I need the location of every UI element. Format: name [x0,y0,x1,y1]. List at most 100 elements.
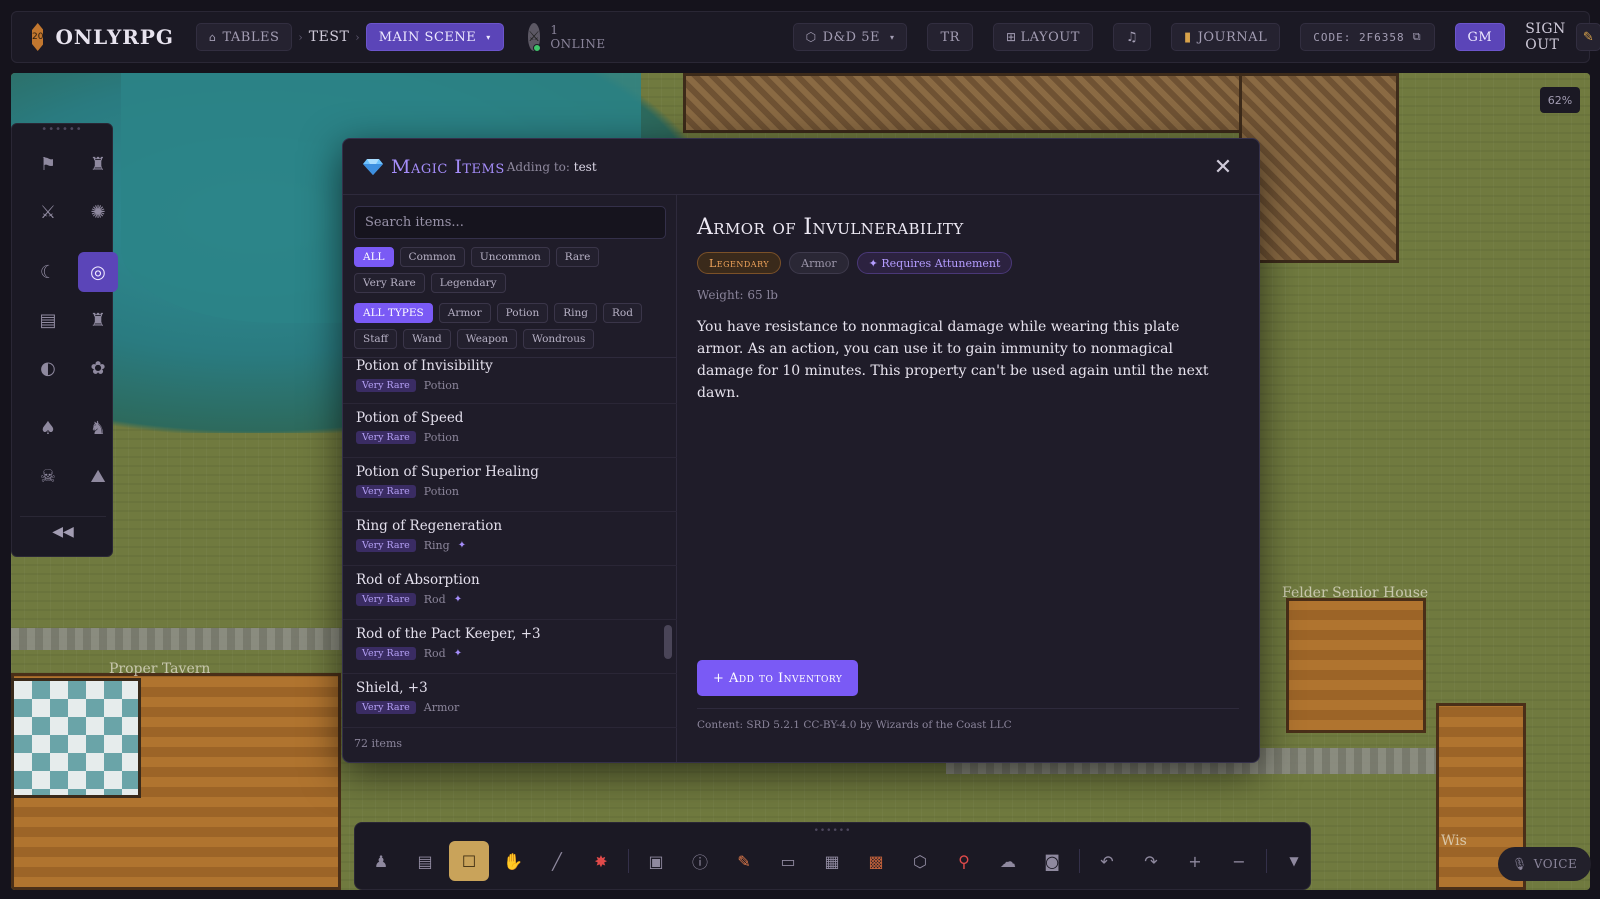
detail-title: Armor of Invulnerability [697,215,964,240]
item-type: Potion [423,431,459,444]
palette-map-icon[interactable]: ⚑ [28,144,68,184]
dialog-title: Magic Items [391,155,505,178]
room-code-button[interactable]: CODE: 2F6358 ⧉ [1300,23,1435,51]
collapse-palette-button[interactable]: ◀◀ [20,516,106,546]
notes-icon[interactable]: ▤ [405,841,445,881]
polygon-icon[interactable]: ⬡ [900,841,940,881]
undo-icon[interactable]: ↶ [1087,841,1127,881]
journal-button[interactable]: ▮ JOURNAL [1171,23,1281,51]
filter-rarity-common[interactable]: Common [399,247,465,267]
game-system-dropdown[interactable]: ⬡ D&D 5E ▾ [792,23,908,51]
palette-wizard-hat-icon[interactable]: ⛰ [78,456,118,496]
list-item[interactable]: Shield, +3 Very Rare Armor [343,674,677,728]
tables-label: TABLES [222,29,280,45]
palette-swirl-icon[interactable]: ◐ [28,348,68,388]
pan-hand-icon[interactable]: ✋ [493,841,533,881]
chevron-down-icon[interactable]: ▼ [1274,841,1314,881]
wall-icon[interactable]: ▩ [856,841,896,881]
filter-rarity-all[interactable]: ALL [354,247,394,267]
redo-icon[interactable]: ↷ [1131,841,1171,881]
palette-beast-icon[interactable]: ♞ [78,408,118,448]
sign-out-link[interactable]: SIGN OUT [1525,21,1566,53]
filter-type-armor[interactable]: Armor [438,303,491,323]
add-to-inventory-button[interactable]: + Add to Inventory [697,660,859,696]
zoom-in-icon[interactable]: + [1175,841,1215,881]
item-name: Shield, +3 [356,680,428,696]
book-icon: ▮ [1184,29,1192,45]
grid-icon[interactable]: ▦ [812,841,852,881]
filter-type-rod[interactable]: Rod [603,303,642,323]
info-icon[interactable]: ⓘ [680,841,720,881]
list-item[interactable]: Rod of Absorption Very Rare Rod ✦ [343,566,677,620]
drag-handle-icon[interactable]: •••••• [12,124,112,136]
ruler-icon[interactable]: ╱ [537,841,577,881]
palette-scroll-icon[interactable]: ♜ [78,144,118,184]
tr-button[interactable]: TR [927,23,973,51]
gm-badge[interactable]: GM [1454,23,1506,51]
item-meta: Very Rare Potion [356,379,664,392]
eraser-icon[interactable]: ▭ [768,841,808,881]
chevron-down-icon: ▾ [889,32,895,42]
filter-rarity-legendary[interactable]: Legendary [430,273,506,293]
drag-handle-icon[interactable]: •••••• [355,826,1310,836]
filter-type-wand[interactable]: Wand [403,329,451,349]
filter-rarity-uncommon[interactable]: Uncommon [470,247,550,267]
table-name[interactable]: TEST [309,29,350,45]
music-note-icon: ♫ [1125,29,1139,45]
filter-type-wondrous[interactable]: Wondrous [522,329,595,349]
map-building [683,73,1243,133]
avatar[interactable]: ⚔ [527,23,542,52]
ping-icon[interactable]: ✸ [581,841,621,881]
close-icon[interactable]: ✕ [1209,153,1237,181]
crossed-swords-icon: ⚔ [527,29,541,45]
layout-button[interactable]: ⊞ LAYOUT [992,23,1093,51]
palette-tower-icon[interactable]: ♜ [78,300,118,340]
map-label-house: Felder Senior House [1282,585,1429,601]
scene-dropdown[interactable]: MAIN SCENE ▾ [365,23,504,51]
item-type: Rod [423,593,446,606]
fog-icon[interactable]: ☁ [988,841,1028,881]
filter-type-weapon[interactable]: Weapon [456,329,517,349]
pin-icon[interactable]: ⚲ [944,841,984,881]
room-code: CODE: 2F6358 [1313,30,1405,44]
select-tool-icon[interactable]: ☐ [449,841,489,881]
list-item[interactable]: Potion of Superior Healing Very Rare Pot… [343,458,677,512]
filter-type-ring[interactable]: Ring [554,303,598,323]
search-input[interactable] [354,206,666,239]
camera-icon[interactable]: ◙ [1032,841,1072,881]
voice-button[interactable]: 🎙 VOICE [1498,847,1592,881]
filter-rarity-very-rare[interactable]: Very Rare [354,273,425,293]
palette-brain-icon[interactable]: ✿ [78,348,118,388]
item-name: Rod of Absorption [356,572,480,588]
item-name: Potion of Superior Healing [356,464,539,480]
list-item[interactable]: Potion of Invisibility Very Rare Potion [343,358,677,404]
filter-rarity-rare[interactable]: Rare [555,247,600,267]
music-button[interactable]: ♫ [1112,23,1152,51]
palette-cog-icon[interactable]: ✺ [78,192,118,232]
palette-portal-icon[interactable]: ◎ [78,252,118,292]
image-icon[interactable]: ▣ [636,841,676,881]
palette-book-icon[interactable]: ▤ [28,300,68,340]
palette-hood-icon[interactable]: ♠ [28,408,68,448]
list-scrollbar[interactable] [664,625,672,659]
attunement-icon: ✦ [453,594,463,605]
filter-type-potion[interactable]: Potion [496,303,549,323]
rarity-badge: Very Rare [356,431,416,444]
zoom-out-icon[interactable]: − [1219,841,1259,881]
pencil-icon[interactable]: ✎ [724,841,764,881]
wizard-token-icon[interactable]: ♟ [361,841,401,881]
list-item[interactable]: Ring of Regeneration Very Rare Ring ✦ [343,512,677,566]
settings-button[interactable]: ✎ [1575,23,1600,51]
item-list[interactable]: Potion of Invisibility Very Rare Potion … [343,357,677,729]
filter-type-all[interactable]: ALL TYPES [354,303,433,323]
list-item[interactable]: Rod of the Pact Keeper, +3 Very Rare Rod… [343,620,677,674]
list-item[interactable]: Potion of Speed Very Rare Potion [343,404,677,458]
palette-swords-icon[interactable]: ⚔ [28,192,68,232]
palette-skull-icon[interactable]: ☠ [28,456,68,496]
rarity-badge: Very Rare [356,701,416,714]
copy-icon: ⧉ [1412,30,1422,43]
palette-creature-icon[interactable]: ☾ [28,252,68,292]
rarity-filters: ALL Common Uncommon Rare Very Rare Legen… [343,247,676,293]
filter-type-staff[interactable]: Staff [354,329,398,349]
tables-button[interactable]: ⌂ TABLES [195,23,293,51]
